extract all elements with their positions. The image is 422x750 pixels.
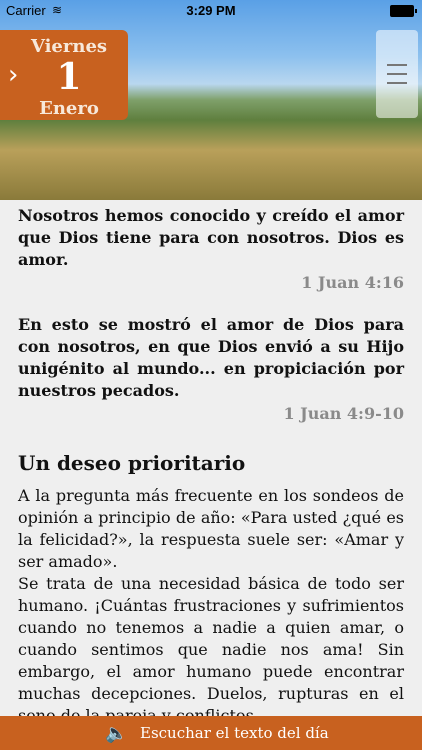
date-month: Enero <box>39 98 99 119</box>
menu-button[interactable] <box>376 30 418 118</box>
section-title: Un deseo prioritario <box>18 451 246 475</box>
verse-reference: 1 Juan 4:16 <box>301 273 404 292</box>
listen-label: Escuchar el texto del día <box>140 724 329 742</box>
verse-text: Nosotros hemos conocido y creído el amor… <box>18 206 404 269</box>
speaker-icon: 🔈 <box>105 723 128 744</box>
header-photo: Carrier ≋ 3:29 PM › Viernes 1 Enero <box>0 0 422 200</box>
date-day: 1 <box>56 56 82 98</box>
status-time: 3:29 PM <box>186 3 236 18</box>
body-paragraph: A la pregunta más frecuente en los sonde… <box>18 486 404 571</box>
listen-button[interactable]: 🔈 Escuchar el texto del día <box>0 716 422 750</box>
daily-reading[interactable]: Nosotros hemos conocido y creído el amor… <box>0 205 422 716</box>
date-weekday: Viernes <box>30 36 108 57</box>
body-paragraph: Se trata de una necesidad básica de todo… <box>18 574 404 716</box>
battery-icon <box>390 5 417 17</box>
date-badge[interactable]: › Viernes 1 Enero <box>0 30 128 120</box>
hamburger-icon <box>387 64 407 66</box>
verse-text: En esto se mostró el amor de Dios para c… <box>18 315 404 400</box>
verse-reference: 1 Juan 4:9-10 <box>283 404 404 423</box>
status-bar: Carrier ≋ 3:29 PM <box>0 0 422 22</box>
